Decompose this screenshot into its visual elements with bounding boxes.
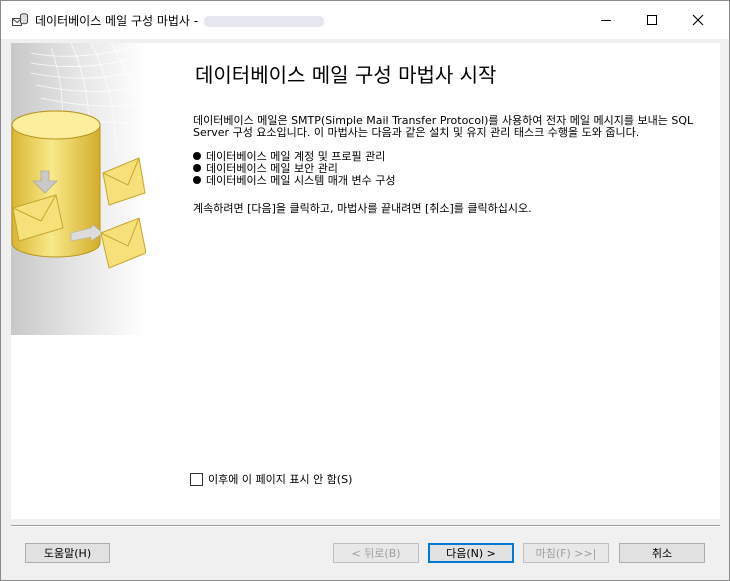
skip-page-checkbox[interactable] (190, 472, 203, 486)
maximize-button[interactable] (629, 1, 675, 39)
cancel-button[interactable]: 취소 (619, 543, 705, 563)
wizard-window: 데이터베이스 메일 구성 마법사 - 데이터베이스 메일 구성 마법사 시작 데… (0, 0, 730, 581)
instruction-text: 계속하려면 [다음]을 클릭하고, 마법사를 끝내려면 [취소]를 클릭하십시오… (193, 202, 532, 215)
intro-text: 데이터베이스 메일은 SMTP(Simple Mail Transfer Pro… (193, 114, 694, 139)
title-bar[interactable]: 데이터베이스 메일 구성 마법사 - (1, 1, 729, 39)
back-button[interactable]: < 뒤로(B) (333, 543, 419, 563)
minimize-icon (601, 20, 611, 21)
bullet-icon (193, 152, 201, 160)
window-title-text: 데이터베이스 메일 구성 마법사 - (35, 14, 199, 28)
skip-page-label[interactable]: 이후에 이 페이지 표시 안 함(S) (208, 471, 352, 487)
database-mail-icon (12, 13, 28, 26)
next-button[interactable]: 다음(N) > (428, 543, 514, 563)
list-item: 데이터베이스 메일 시스템 매개 변수 구성 (193, 175, 396, 187)
bullet-icon (193, 164, 201, 172)
finish-button[interactable]: 마침(F) >>| (523, 543, 609, 563)
server-name-redacted (204, 16, 325, 27)
task-list: 데이터베이스 메일 계정 및 프로필 관리 데이터베이스 메일 보안 관리 데이… (193, 151, 396, 187)
window-title: 데이터베이스 메일 구성 마법사 - (35, 12, 325, 29)
bullet-icon (193, 176, 201, 184)
wizard-banner-image (11, 43, 146, 335)
page-title: 데이터베이스 메일 구성 마법사 시작 (195, 63, 497, 87)
close-icon (692, 14, 704, 26)
button-divider (11, 525, 720, 527)
maximize-icon (647, 15, 657, 25)
close-button[interactable] (675, 1, 721, 39)
skip-page-option[interactable]: 이후에 이 페이지 표시 안 함(S) (190, 471, 352, 487)
task-label: 데이터베이스 메일 시스템 매개 변수 구성 (206, 174, 396, 187)
help-button[interactable]: 도움말(H) (25, 543, 110, 563)
minimize-button[interactable] (583, 1, 629, 39)
wizard-content: 데이터베이스 메일 구성 마법사 시작 데이터베이스 메일은 SMTP(Simp… (11, 43, 720, 519)
